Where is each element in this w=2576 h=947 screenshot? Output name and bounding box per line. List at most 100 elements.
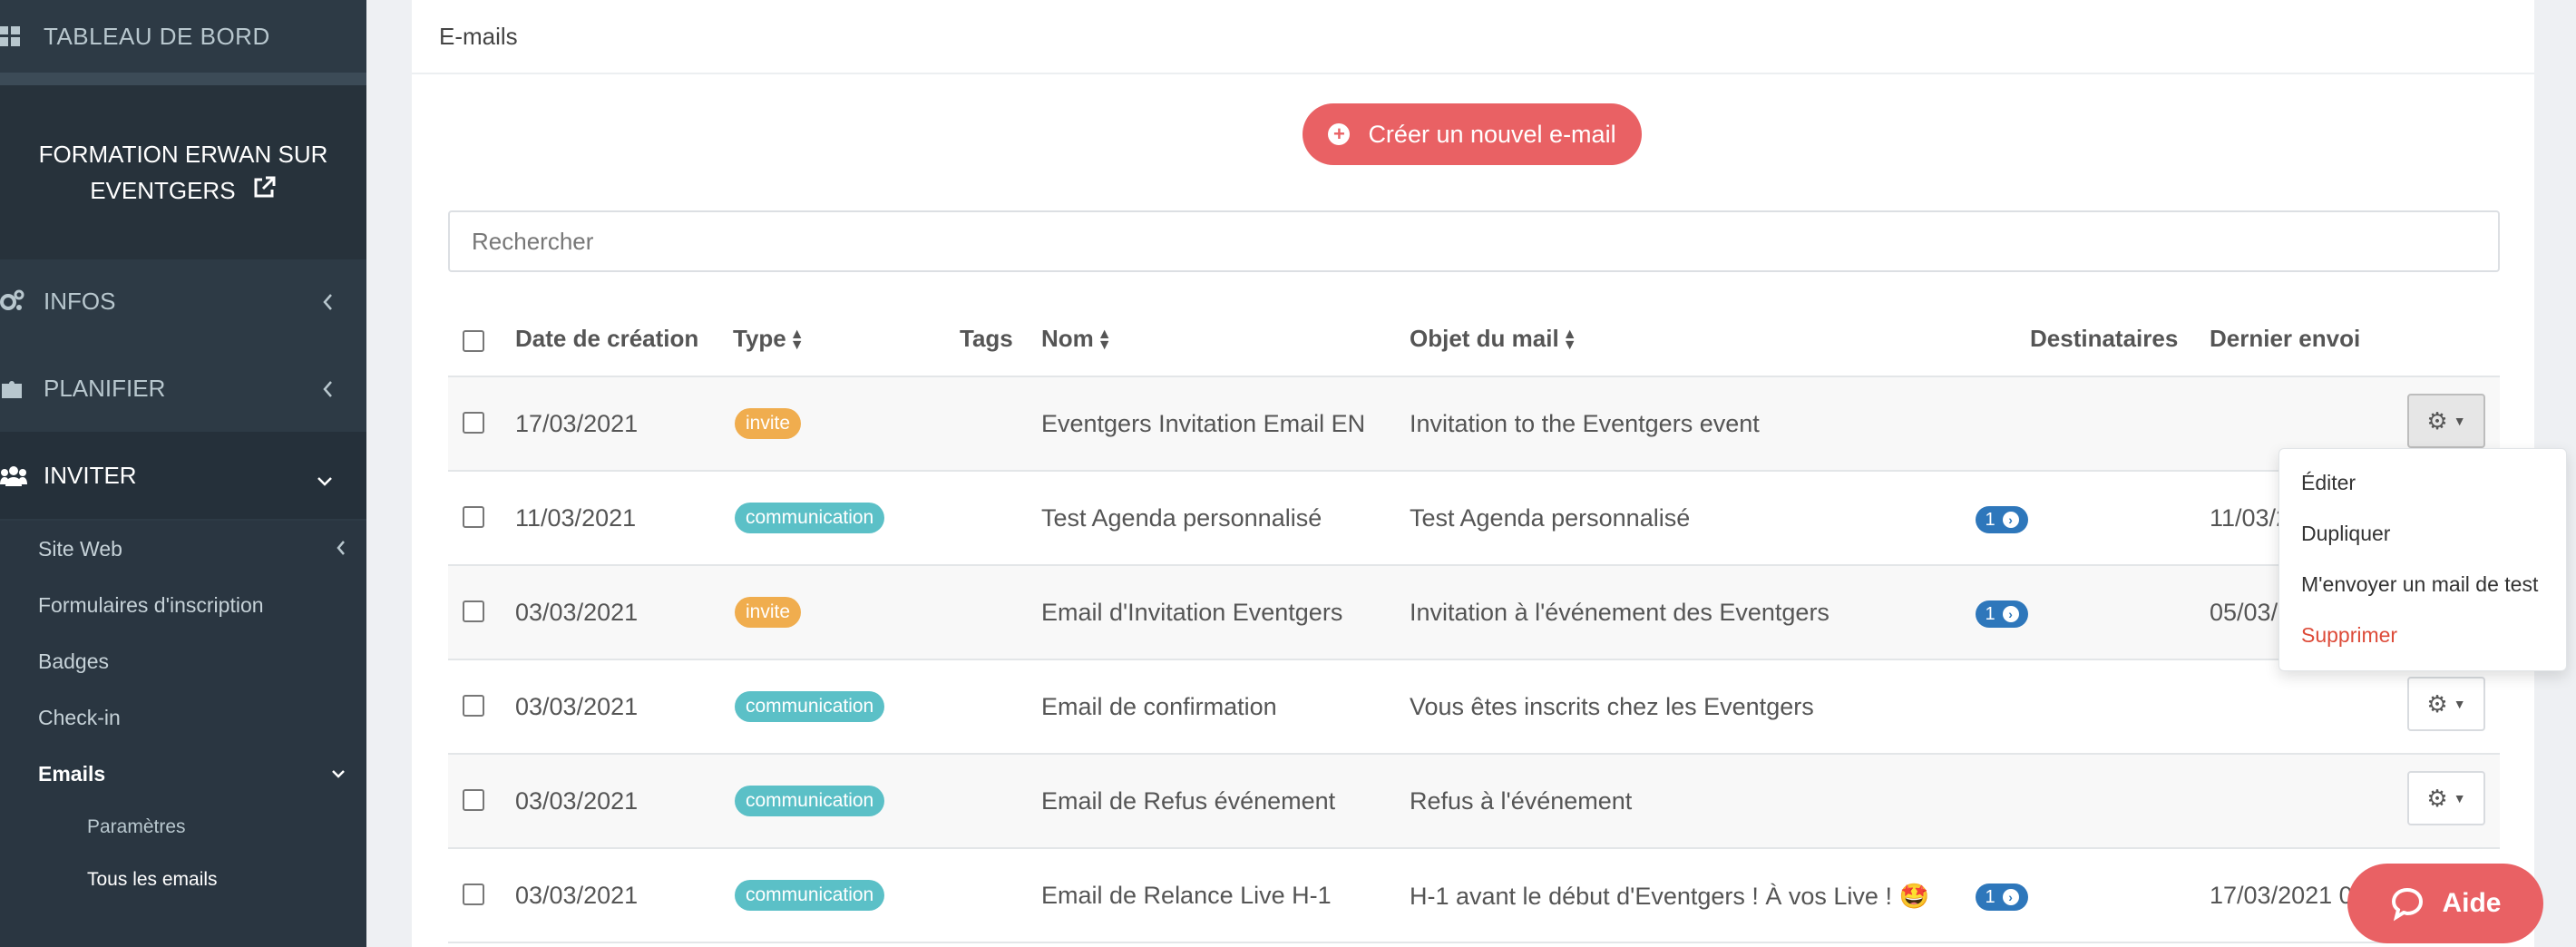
type-badge: communication: [735, 880, 885, 911]
puzzle-icon: [0, 376, 27, 400]
recipients-badge[interactable]: 1 ›: [1976, 600, 2028, 628]
menu-item-duplicate[interactable]: Dupliquer: [2301, 522, 2390, 546]
sidebar-item-tous-les-emails[interactable]: Tous les emails: [87, 869, 218, 891]
cell-date: 17/03/2021: [515, 410, 639, 437]
cell-date: 03/03/2021: [515, 599, 639, 626]
sidebar-item-site-web[interactable]: Site Web: [38, 537, 122, 561]
row-checkbox[interactable]: [463, 695, 484, 717]
sidebar-item-label: TABLEAU DE BORD: [44, 22, 270, 50]
sidebar-item-label: INFOS: [44, 287, 116, 315]
create-email-button[interactable]: + Créer un nouvel e-mail: [1303, 103, 1642, 165]
sidebar-item-emails[interactable]: Emails: [38, 762, 105, 786]
table-header: Date de création Type ▲ ▼ Tags Nom ▲ ▼ Objet…: [448, 303, 2500, 377]
sidebar-item-label: Site Web: [38, 537, 122, 561]
sidebar-item-formulaires[interactable]: Formulaires d'inscription: [38, 593, 264, 618]
cell-name[interactable]: Eventgers Invitation Email EN: [1041, 410, 1365, 438]
sidebar-item-label: Formulaires d'inscription: [38, 593, 264, 617]
chevron-left-icon: [321, 377, 334, 405]
row-checkbox[interactable]: [463, 789, 484, 811]
emails-table: Date de création Type ▲ ▼ Tags Nom ▲ ▼ Objet…: [448, 303, 2500, 943]
type-badge: communication: [735, 786, 885, 816]
row-checkbox[interactable]: [463, 412, 484, 434]
sidebar-item-label: Badges: [38, 649, 110, 673]
cell-date: 03/03/2021: [515, 882, 639, 909]
recipients-count: 1: [1985, 509, 1995, 530]
plus-circle-icon: +: [1328, 123, 1351, 145]
gear-icon: ⚙: [2426, 689, 2448, 718]
event-name-line1: FORMATION ERWAN SUR: [38, 141, 328, 168]
cell-name[interactable]: Email de Relance Live H-1: [1041, 882, 1332, 910]
row-checkbox[interactable]: [463, 884, 484, 905]
cogs-icon: [0, 289, 27, 313]
panel-title: E-mails: [412, 0, 2534, 74]
cell-name[interactable]: Email d'Invitation Eventgers: [1041, 599, 1342, 627]
chevron-left-icon: [336, 539, 346, 561]
table-row: 03/03/2021 communication Email de Relanc…: [448, 849, 2500, 943]
event-name-line2: EVENTGERS: [90, 177, 236, 204]
row-actions-button[interactable]: ⚙ ▼: [2407, 394, 2485, 448]
gear-icon: ⚙: [2426, 406, 2448, 434]
search-input[interactable]: [448, 210, 2500, 272]
external-link-icon[interactable]: [251, 174, 277, 210]
event-title[interactable]: FORMATION ERWAN SUR EVENTGERS: [0, 85, 366, 259]
chevron-down-icon: [330, 767, 346, 784]
row-checkbox[interactable]: [463, 600, 484, 622]
type-badge: communication: [735, 503, 885, 533]
menu-item-edit[interactable]: Éditer: [2301, 471, 2356, 495]
recipients-count: 1: [1985, 603, 1995, 624]
sidebar-item-planifier[interactable]: PLANIFIER: [0, 345, 366, 432]
column-header-label: Objet du mail: [1410, 325, 1559, 352]
sidebar-item-label: Paramètres: [87, 816, 186, 837]
sidebar-item-inviter[interactable]: INVITER: [0, 432, 366, 519]
cell-name[interactable]: Test Agenda personnalisé: [1041, 504, 1322, 532]
type-badge: communication: [735, 691, 885, 722]
cell-subject: Invitation to the Eventgers event: [1410, 410, 1760, 437]
caret-down-icon: ▼: [2453, 697, 2466, 711]
row-actions-button[interactable]: ⚙ ▼: [2407, 771, 2485, 825]
cell-date: 03/03/2021: [515, 693, 639, 720]
chevron-left-icon: [321, 290, 334, 318]
cell-subject: H-1 avant le début d'Eventgers ! À vos L…: [1410, 883, 1930, 910]
sort-icon: ▲ ▼: [789, 327, 805, 354]
column-header-date[interactable]: Date de création: [515, 325, 698, 353]
column-header-label: Nom: [1041, 325, 1094, 352]
create-email-label: Créer un nouvel e-mail: [1368, 120, 1616, 148]
cell-name[interactable]: Email de confirmation: [1041, 693, 1277, 721]
caret-down-icon: ▼: [2453, 414, 2466, 428]
column-header-subject[interactable]: Objet du mail ▲ ▼: [1410, 325, 1577, 353]
recipients-badge[interactable]: 1 ›: [1976, 506, 2028, 533]
menu-item-send-test[interactable]: M'envoyer un mail de test: [2301, 572, 2538, 597]
sidebar-item-label: INVITER: [44, 461, 137, 489]
cell-subject: Vous êtes inscrits chez les Eventgers: [1410, 693, 1814, 720]
menu-item-delete[interactable]: Supprimer: [2301, 623, 2397, 648]
chevron-down-icon: [316, 466, 334, 494]
help-button[interactable]: Aide: [2347, 864, 2543, 943]
column-header-tags: Tags: [960, 325, 1013, 352]
column-header-name[interactable]: Nom ▲ ▼: [1041, 325, 1112, 353]
select-all-checkbox[interactable]: [463, 330, 484, 352]
sidebar-item-parametres[interactable]: Paramètres: [87, 816, 186, 838]
sidebar-item-infos[interactable]: INFOS: [0, 258, 366, 345]
column-header-type[interactable]: Type ▲ ▼: [733, 325, 805, 353]
sidebar-item-badges[interactable]: Badges: [38, 649, 109, 674]
cell-name[interactable]: Email de Refus événement: [1041, 787, 1335, 815]
type-badge: invite: [735, 597, 802, 628]
column-header-recipients: Destinataires: [2030, 325, 2179, 352]
dashboard-icon: [0, 26, 20, 46]
recipients-badge[interactable]: 1 ›: [1976, 884, 2028, 911]
users-icon: [0, 464, 27, 486]
sidebar-item-label: Check-in: [38, 706, 121, 729]
chat-bubble-icon: [2389, 885, 2442, 922]
row-checkbox[interactable]: [463, 506, 484, 528]
sidebar-item-label: Emails: [38, 762, 106, 786]
table-row: 03/03/2021 communication Email de Refus …: [448, 755, 2500, 849]
sidebar-item-check-in[interactable]: Check-in: [38, 706, 121, 730]
sidebar: TABLEAU DE BORD FORMATION ERWAN SUR EVEN…: [0, 0, 366, 947]
caret-down-icon: ▼: [2453, 791, 2466, 805]
row-actions-button[interactable]: ⚙ ▼: [2407, 677, 2485, 731]
column-header-label: Type: [733, 325, 786, 352]
cell-date: 11/03/2021: [515, 504, 637, 532]
help-label: Aide: [2442, 888, 2502, 918]
column-header-last-sent: Dernier envoi: [2210, 325, 2361, 352]
sidebar-item-dashboard[interactable]: TABLEAU DE BORD: [0, 0, 366, 73]
